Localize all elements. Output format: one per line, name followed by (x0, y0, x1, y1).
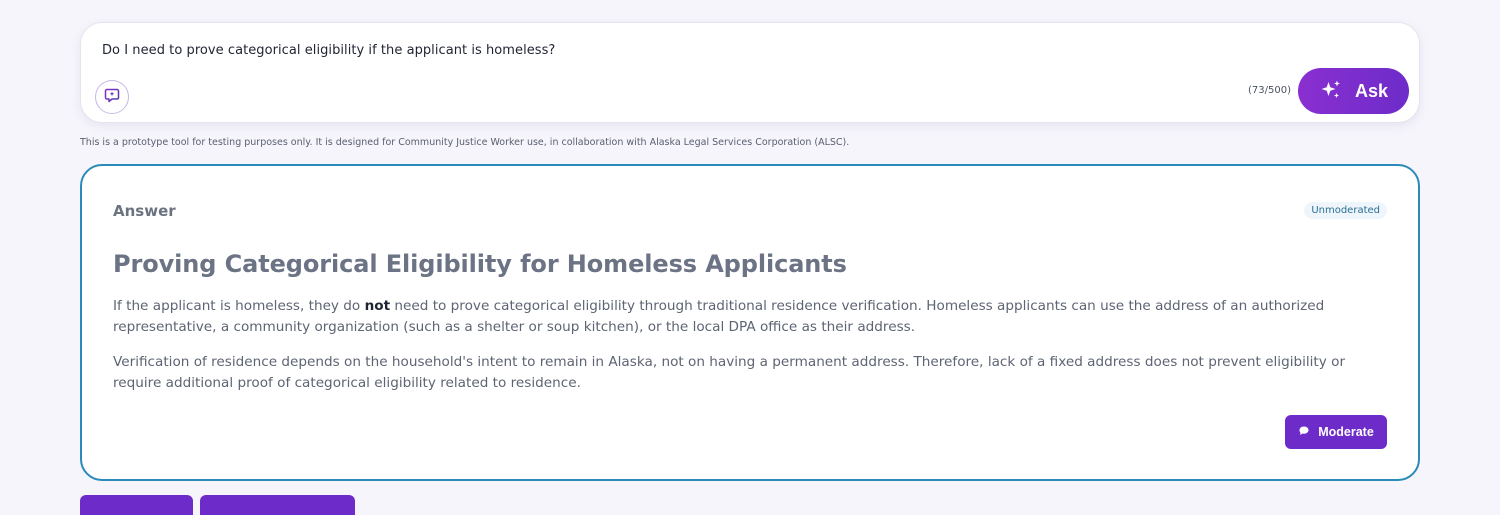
moderate-button-label: Moderate (1318, 425, 1374, 439)
query-box[interactable]: Do I need to prove categorical eligibili… (80, 22, 1420, 123)
bottom-action-button-2[interactable] (200, 495, 355, 515)
sparkles-icon (1319, 78, 1343, 105)
bottom-action-button-1[interactable] (80, 495, 193, 515)
answer-card: Answer Unmoderated Proving Categorical E… (80, 164, 1420, 481)
chat-bubble-icon (1298, 425, 1310, 440)
answer-paragraph-2: Verification of residence depends on the… (113, 354, 1346, 391)
chat-sparkle-icon (104, 87, 120, 107)
character-count: (73/500) (1248, 85, 1291, 96)
status-badge: Unmoderated (1304, 202, 1387, 219)
ask-button-label: Ask (1354, 80, 1389, 101)
ask-button[interactable]: Ask (1298, 68, 1409, 114)
answer-paragraph-1: If the applicant is homeless, they do no… (113, 298, 1325, 335)
emphasis-not: not (364, 298, 391, 314)
answer-title: Proving Categorical Eligibility for Home… (113, 250, 847, 278)
chat-mode-button[interactable] (95, 80, 129, 114)
query-input[interactable]: Do I need to prove categorical eligibili… (102, 43, 555, 58)
answer-label: Answer (113, 202, 176, 220)
disclaimer-text: This is a prototype tool for testing pur… (80, 137, 850, 148)
moderate-button[interactable]: Moderate (1285, 415, 1387, 449)
